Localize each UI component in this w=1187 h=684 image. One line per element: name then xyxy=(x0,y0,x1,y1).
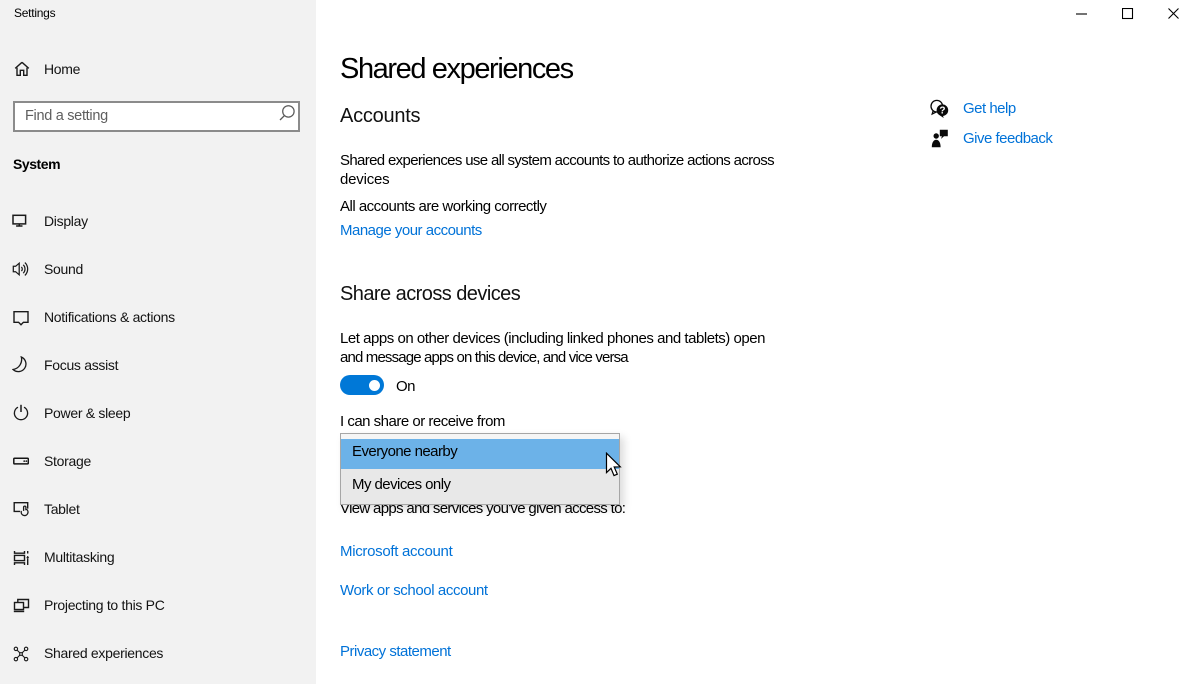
svg-text:?: ? xyxy=(939,106,945,117)
